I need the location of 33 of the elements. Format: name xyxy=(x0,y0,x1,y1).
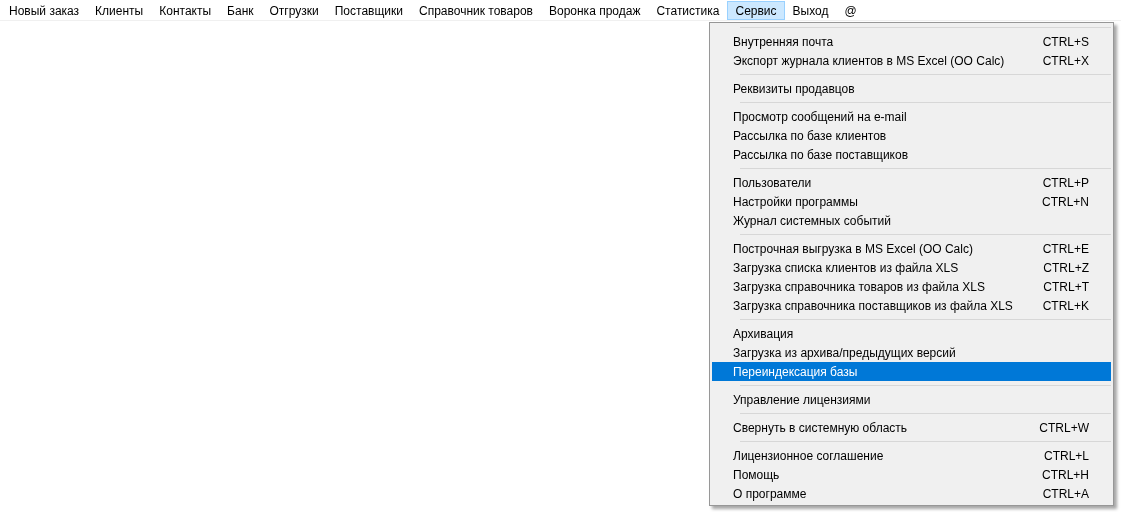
menu-bar-item[interactable]: Выход xyxy=(784,1,837,20)
menu-bar-item[interactable]: Статистика xyxy=(648,1,728,20)
menu-bar-item[interactable]: Справочник товаров xyxy=(410,1,541,20)
menu-bar-item[interactable]: Поставщики xyxy=(326,1,411,20)
menu-item[interactable]: Построчная выгрузка в MS Excel (OO Calc) CTRL+E xyxy=(712,239,1111,258)
menu-item[interactable]: Рассылка по базе клиентов xyxy=(712,126,1111,145)
menu-bar-item[interactable]: Новый заказ xyxy=(1,1,88,20)
menu-item[interactable]: Реквизиты продавцов xyxy=(712,79,1111,98)
menu-item[interactable]: Пользователи CTRL+P xyxy=(712,173,1111,192)
menu-item[interactable]: Внутренняя почта CTRL+S xyxy=(712,32,1111,51)
menu-bar-item[interactable]: Сервис xyxy=(727,1,785,20)
menu-bar-item[interactable]: Клиенты xyxy=(87,1,152,20)
menu-item[interactable]: О программе CTRL+A xyxy=(712,484,1111,503)
menu-item[interactable]: Загрузка справочника поставщиков из файла XLS CTRL+K xyxy=(712,296,1111,315)
menu-item[interactable]: Архивация xyxy=(712,324,1111,343)
menu-bar-item[interactable]: Воронка продаж xyxy=(540,1,649,20)
menu-item[interactable]: Просмотр сообщений на e-mail xyxy=(712,107,1111,126)
menu-item[interactable]: Помощь CTRL+H xyxy=(712,465,1111,484)
menu-item[interactable]: Настройки программы CTRL+N xyxy=(712,192,1111,211)
menu-item[interactable]: Загрузка справочника товаров из файла XLS CTRL+T xyxy=(712,277,1111,296)
menu-item[interactable]: Лицензионное соглашение CTRL+L xyxy=(712,446,1111,465)
menu-item[interactable]: Рассылка по базе поставщиков xyxy=(712,145,1111,164)
menu-bar-item[interactable]: Контакты xyxy=(151,1,220,20)
menu-item[interactable]: Переиндексация базы xyxy=(712,362,1111,381)
menu-item[interactable]: Загрузка из архива/предыдущих версий xyxy=(712,343,1111,362)
menu-item[interactable]: Управление лицензиями xyxy=(712,390,1111,409)
menu-bar-item[interactable]: Отгрузки xyxy=(261,1,327,20)
menu-item[interactable]: Журнал системных событий xyxy=(712,211,1111,230)
menu-bar-item[interactable]: Банк xyxy=(219,1,262,20)
menu-item[interactable]: Загрузка списка клиентов из файла XLS CTRL+Z xyxy=(712,258,1111,277)
menu-item[interactable]: Свернуть в системную область CTRL+W xyxy=(712,418,1111,437)
menu-item[interactable]: Экспорт журнала клиентов в MS Excel (OO Calc) CTRL+X xyxy=(712,51,1111,70)
menu-bar-item[interactable]: @ xyxy=(836,1,865,20)
